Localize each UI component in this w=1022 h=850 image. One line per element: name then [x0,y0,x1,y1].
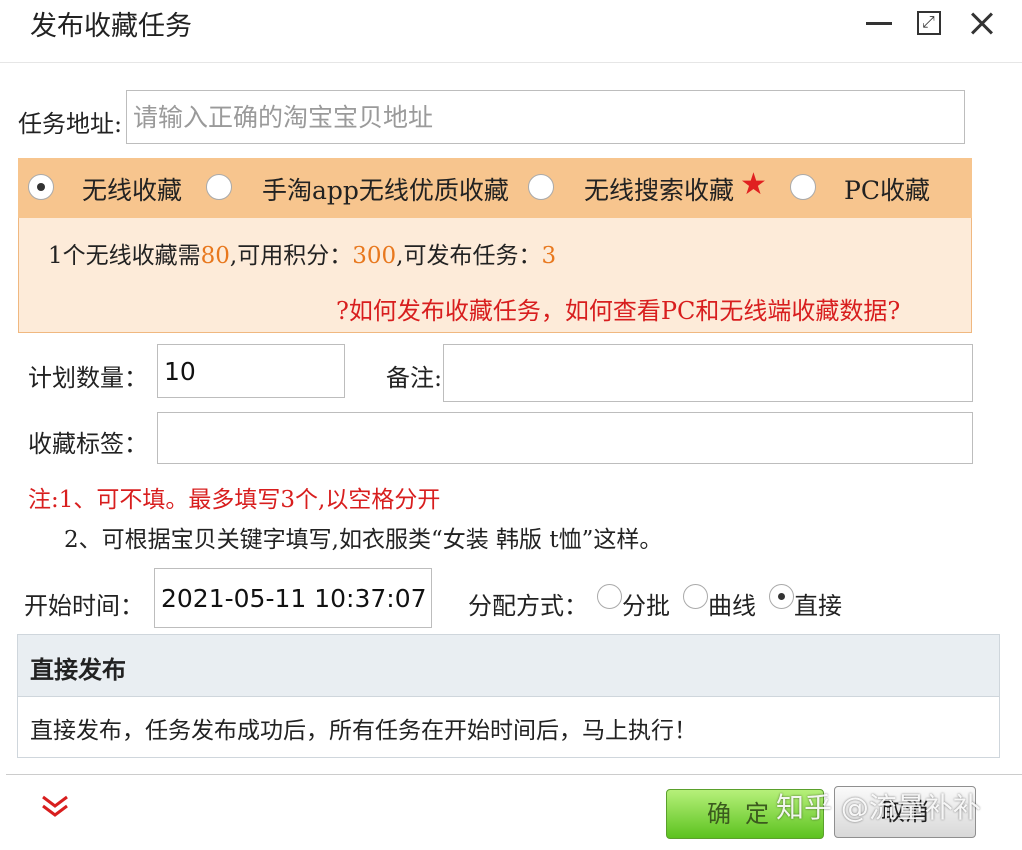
radio-pc-collect[interactable] [790,174,816,200]
tags-label: 收藏标签： [28,430,148,458]
task-url-label: 任务地址: [18,110,123,138]
description-title: 直接发布 [30,655,126,684]
minimize-icon[interactable] [864,8,898,40]
radio-label-batch: 分批 [622,592,670,620]
tags-note-1: 注:1、可不填。最多填写3个,以空格分开 [28,487,441,513]
points-label: ,可用积分： [229,243,353,269]
close-icon[interactable] [966,8,1000,40]
remark-input[interactable] [443,344,973,402]
footer-divider [6,774,1022,775]
watermark: 知乎 @流量补补 [776,791,981,824]
help-link[interactable]: ?如何发布收藏任务，如何查看PC和无线端收藏数据? [336,291,900,326]
cost-prefix: 1个无线收藏需 [48,243,201,269]
radio-label-pc-collect: PC收藏 [844,176,930,205]
radio-label-direct: 直接 [794,592,842,620]
radio-curve[interactable] [683,584,708,609]
radio-search-collect[interactable] [528,174,554,200]
remark-label: 备注: [386,364,443,392]
radio-wireless-collect[interactable] [28,174,54,200]
quantity-input[interactable] [157,344,345,398]
tasks-label: ,可发布任务： [396,243,542,269]
tags-input[interactable] [157,412,973,464]
points-value: 300 [352,243,397,269]
maximize-icon[interactable]: ⤢ [914,8,948,40]
radio-direct[interactable] [769,584,794,609]
dialog-title: 发布收藏任务 [30,11,192,42]
task-url-input[interactable] [126,90,965,144]
radio-label-app-quality-collect: 手淘app无线优质收藏 [262,176,509,205]
cost-value: 80 [200,243,230,269]
radio-label-search-collect: 无线搜索收藏 [584,176,735,205]
tags-note-2: 2、可根据宝贝关键字填写,如衣服类“女装 韩版 t恤”这样。 [64,527,663,553]
description-text: 直接发布，任务发布成功后，所有任务在开始时间后，马上执行！ [30,718,697,744]
radio-batch[interactable] [597,584,622,609]
start-time-label: 开始时间： [24,592,144,620]
cost-info: 1个无线收藏需80,可用积分：300,可发布任务：3 [48,236,556,270]
radio-label-wireless-collect: 无线收藏 [82,176,183,205]
description-header [18,635,999,697]
double-chevron-down-icon[interactable] [40,794,70,820]
radio-label-curve: 曲线 [708,592,756,620]
distribution-label: 分配方式： [468,592,588,620]
start-time-input[interactable] [154,568,432,628]
star-icon: ★ [740,167,767,202]
tasks-value: 3 [541,243,557,269]
quantity-label: 计划数量： [28,364,148,392]
radio-app-quality-collect[interactable] [206,174,232,200]
